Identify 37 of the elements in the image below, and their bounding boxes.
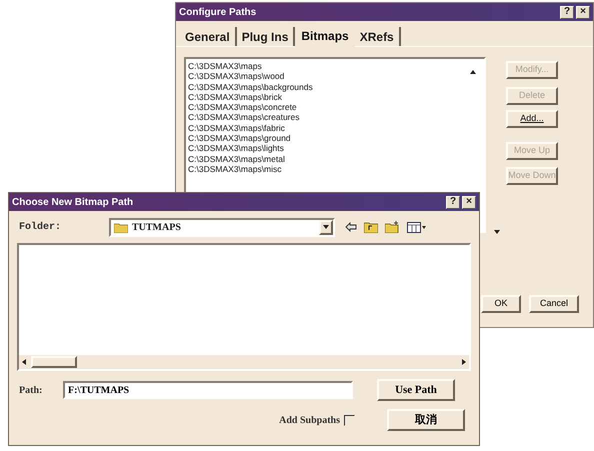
list-item[interactable]: C:\3DSMAX3\maps\backgrounds (188, 82, 313, 92)
folder-dropdown[interactable]: TUTMAPS (109, 218, 335, 236)
ok-button[interactable]: OK (481, 295, 521, 313)
close-button[interactable]: × (576, 6, 590, 18)
close-button[interactable]: × (462, 196, 476, 208)
tab[interactable]: XRefs (354, 27, 401, 46)
list-item[interactable]: C:\3DSMAX3\maps (188, 61, 262, 72)
list-item[interactable]: C:\3DSMAX3\maps\creatures (188, 112, 300, 123)
cancel-button[interactable]: 取消 (387, 409, 465, 431)
list-item[interactable]: C:\3DSMAX3\maps\wood (188, 71, 284, 82)
new-folder-icon[interactable] (385, 221, 400, 233)
list-item[interactable]: C:\3DSMAX3\maps\fabric (188, 122, 285, 134)
list-item[interactable]: C:\3DSMAX3\maps\lights (188, 143, 284, 154)
list-item[interactable]: C:\3DSMAX3\maps\misc (188, 164, 282, 174)
add-subpaths-checkbox[interactable] (344, 414, 355, 426)
field-label: Folder: (19, 220, 62, 234)
tab[interactable]: General (180, 27, 237, 46)
list-item[interactable]: C:\3DSMAX3\maps\ground (188, 133, 291, 144)
back-arrow-icon[interactable] (345, 222, 357, 232)
folder-icon[interactable] (114, 222, 128, 232)
up-folder-icon[interactable] (364, 221, 378, 233)
dialog-button[interactable]: Add... (506, 110, 558, 128)
path-field[interactable]: F:\TUTMAPS (63, 381, 353, 399)
list-item[interactable]: C:\3DSMAX3\maps\concrete (188, 102, 297, 112)
field-label: Path: (19, 384, 44, 398)
list-item[interactable]: C:\3DSMAX3\maps\metal (188, 154, 285, 164)
list-item[interactable]: C:\3DSMAX3\maps\brick (188, 92, 282, 102)
horizontal-scrollbar[interactable] (19, 355, 469, 369)
window-title: Configure Paths (179, 6, 256, 20)
use-path-button[interactable]: Use Path (377, 379, 455, 401)
checkbox-label: Add Subpaths (279, 414, 340, 428)
help-button[interactable]: ? (446, 196, 460, 208)
help-button[interactable]: ? (560, 6, 574, 18)
window-title: Choose New Bitmap Path (12, 196, 134, 210)
cancel-button[interactable]: Cancel (529, 295, 579, 313)
scroll-thumb[interactable] (31, 356, 77, 368)
view-menu-icon[interactable] (407, 222, 427, 232)
